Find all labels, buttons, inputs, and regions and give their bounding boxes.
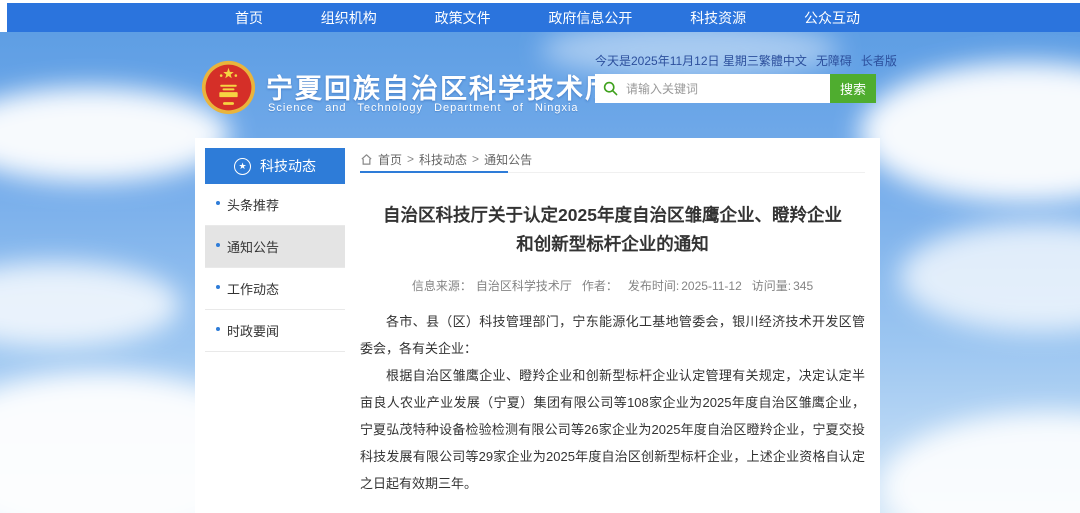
breadcrumb: 首页 > 科技动态 > 通知公告: [360, 146, 865, 172]
search-button[interactable]: 搜索: [830, 74, 876, 103]
meta-publish-date: 2025-11-12: [681, 279, 742, 293]
home-icon: [360, 153, 373, 166]
cloud-decoration: [900, 222, 1080, 332]
meta-source-value: 自治区科学技术厅: [476, 279, 572, 293]
current-date-text: 今天是2025年11月12日 星期三: [595, 52, 759, 69]
link-elder-version[interactable]: 长者版: [861, 52, 897, 69]
nav-item-gov-info-disclosure[interactable]: 政府信息公开: [548, 8, 632, 28]
search-icon: [603, 81, 618, 96]
breadcrumb-notices[interactable]: 通知公告: [484, 151, 532, 168]
site-subtitle-english: Science and Technology Department of Nin…: [268, 102, 579, 114]
meta-author-label: 作者：: [582, 279, 618, 293]
link-accessibility[interactable]: 无障碍: [816, 52, 852, 69]
nav-item-policy-documents[interactable]: 政策文件: [435, 8, 491, 28]
breadcrumb-sci-tech-trends[interactable]: 科技动态: [419, 151, 467, 168]
breadcrumb-divider-accent: [360, 171, 508, 173]
nav-item-organization[interactable]: 组织机构: [321, 8, 377, 28]
top-navigation-bar: 首页 组织机构 政策文件 政府信息公开 科技资源 公众互动: [7, 3, 1080, 32]
sidebar-item-work-trends[interactable]: 工作动态: [205, 268, 345, 310]
sidebar-item-label: 工作动态: [227, 282, 279, 297]
sidebar-item-headline-recommend[interactable]: 头条推荐: [205, 184, 345, 226]
bullet-dot-icon: [216, 327, 220, 331]
cloud-decoration: [860, 62, 1080, 202]
site-title: 宁夏回族自治区科学技术厅: [266, 67, 614, 106]
meta-views-label: 访问量:: [752, 279, 791, 293]
sidebar-header: ★ 科技动态: [205, 148, 345, 184]
meta-publish-label: 发布时间:: [628, 279, 679, 293]
article-body: 各市、县（区）科技管理部门，宁东能源化工基地管委会，银川经济技术开发区管委会，各…: [360, 308, 865, 497]
article-title-line2: 和创新型标杆企业的通知: [360, 230, 865, 259]
breadcrumb-separator: >: [407, 152, 414, 166]
bullet-dot-icon: [216, 243, 220, 247]
nav-item-home[interactable]: 首页: [235, 8, 263, 28]
circle-star-icon: ★: [234, 158, 251, 175]
meta-views-value: 345: [793, 279, 813, 293]
link-traditional-chinese[interactable]: 繁體中文: [759, 52, 807, 69]
nav-item-sci-tech-resources[interactable]: 科技资源: [690, 8, 746, 28]
article-title: 自治区科技厅关于认定2025年度自治区雏鹰企业、瞪羚企业 和创新型标杆企业的通知: [360, 201, 865, 259]
page: 首页 组织机构 政策文件 政府信息公开 科技资源 公众互动 宁夏回族自治区科学技…: [0, 0, 1080, 513]
sidebar-item-label: 头条推荐: [227, 198, 279, 213]
search-input[interactable]: [595, 74, 830, 103]
article-paragraph: 根据自治区雏鹰企业、瞪羚企业和创新型标杆企业认定管理有关规定，决定认定半亩良人农…: [360, 362, 865, 497]
nav-item-public-interaction[interactable]: 公众互动: [804, 8, 860, 28]
article-meta: 信息来源： 自治区科学技术厅作者： 发布时间:2025-11-12 访问量:345: [360, 277, 865, 294]
breadcrumb-divider: [360, 172, 865, 173]
article-area: 首页 > 科技动态 > 通知公告 自治区科技厅关于认定2025年度自治区雏鹰企业…: [360, 146, 865, 513]
cloud-decoration: [0, 262, 180, 347]
breadcrumb-home[interactable]: 首页: [378, 151, 402, 168]
breadcrumb-separator: >: [472, 152, 479, 166]
sidebar: ★ 科技动态 头条推荐 通知公告 工作动态 时政要闻: [205, 148, 345, 352]
sidebar-title: 科技动态: [260, 156, 316, 176]
header-dateline: 今天是2025年11月12日 星期三 繁體中文 无障碍 长者版: [595, 52, 875, 69]
bullet-dot-icon: [216, 201, 220, 205]
sidebar-item-label: 通知公告: [227, 240, 279, 255]
bullet-dot-icon: [216, 285, 220, 289]
main-content-panel: ★ 科技动态 头条推荐 通知公告 工作动态 时政要闻: [195, 138, 880, 513]
cloud-decoration: [880, 412, 1080, 513]
search-bar: 搜索: [595, 74, 876, 103]
sidebar-item-label: 时政要闻: [227, 324, 279, 339]
meta-source-label: 信息来源：: [412, 279, 472, 293]
article-title-line1: 自治区科技厅关于认定2025年度自治区雏鹰企业、瞪羚企业: [360, 201, 865, 230]
article-paragraph: 各市、县（区）科技管理部门，宁东能源化工基地管委会，银川经济技术开发区管委会，各…: [360, 308, 865, 362]
sidebar-item-current-politics[interactable]: 时政要闻: [205, 310, 345, 352]
national-emblem-logo: [201, 60, 256, 115]
sidebar-item-notices[interactable]: 通知公告: [205, 226, 345, 268]
